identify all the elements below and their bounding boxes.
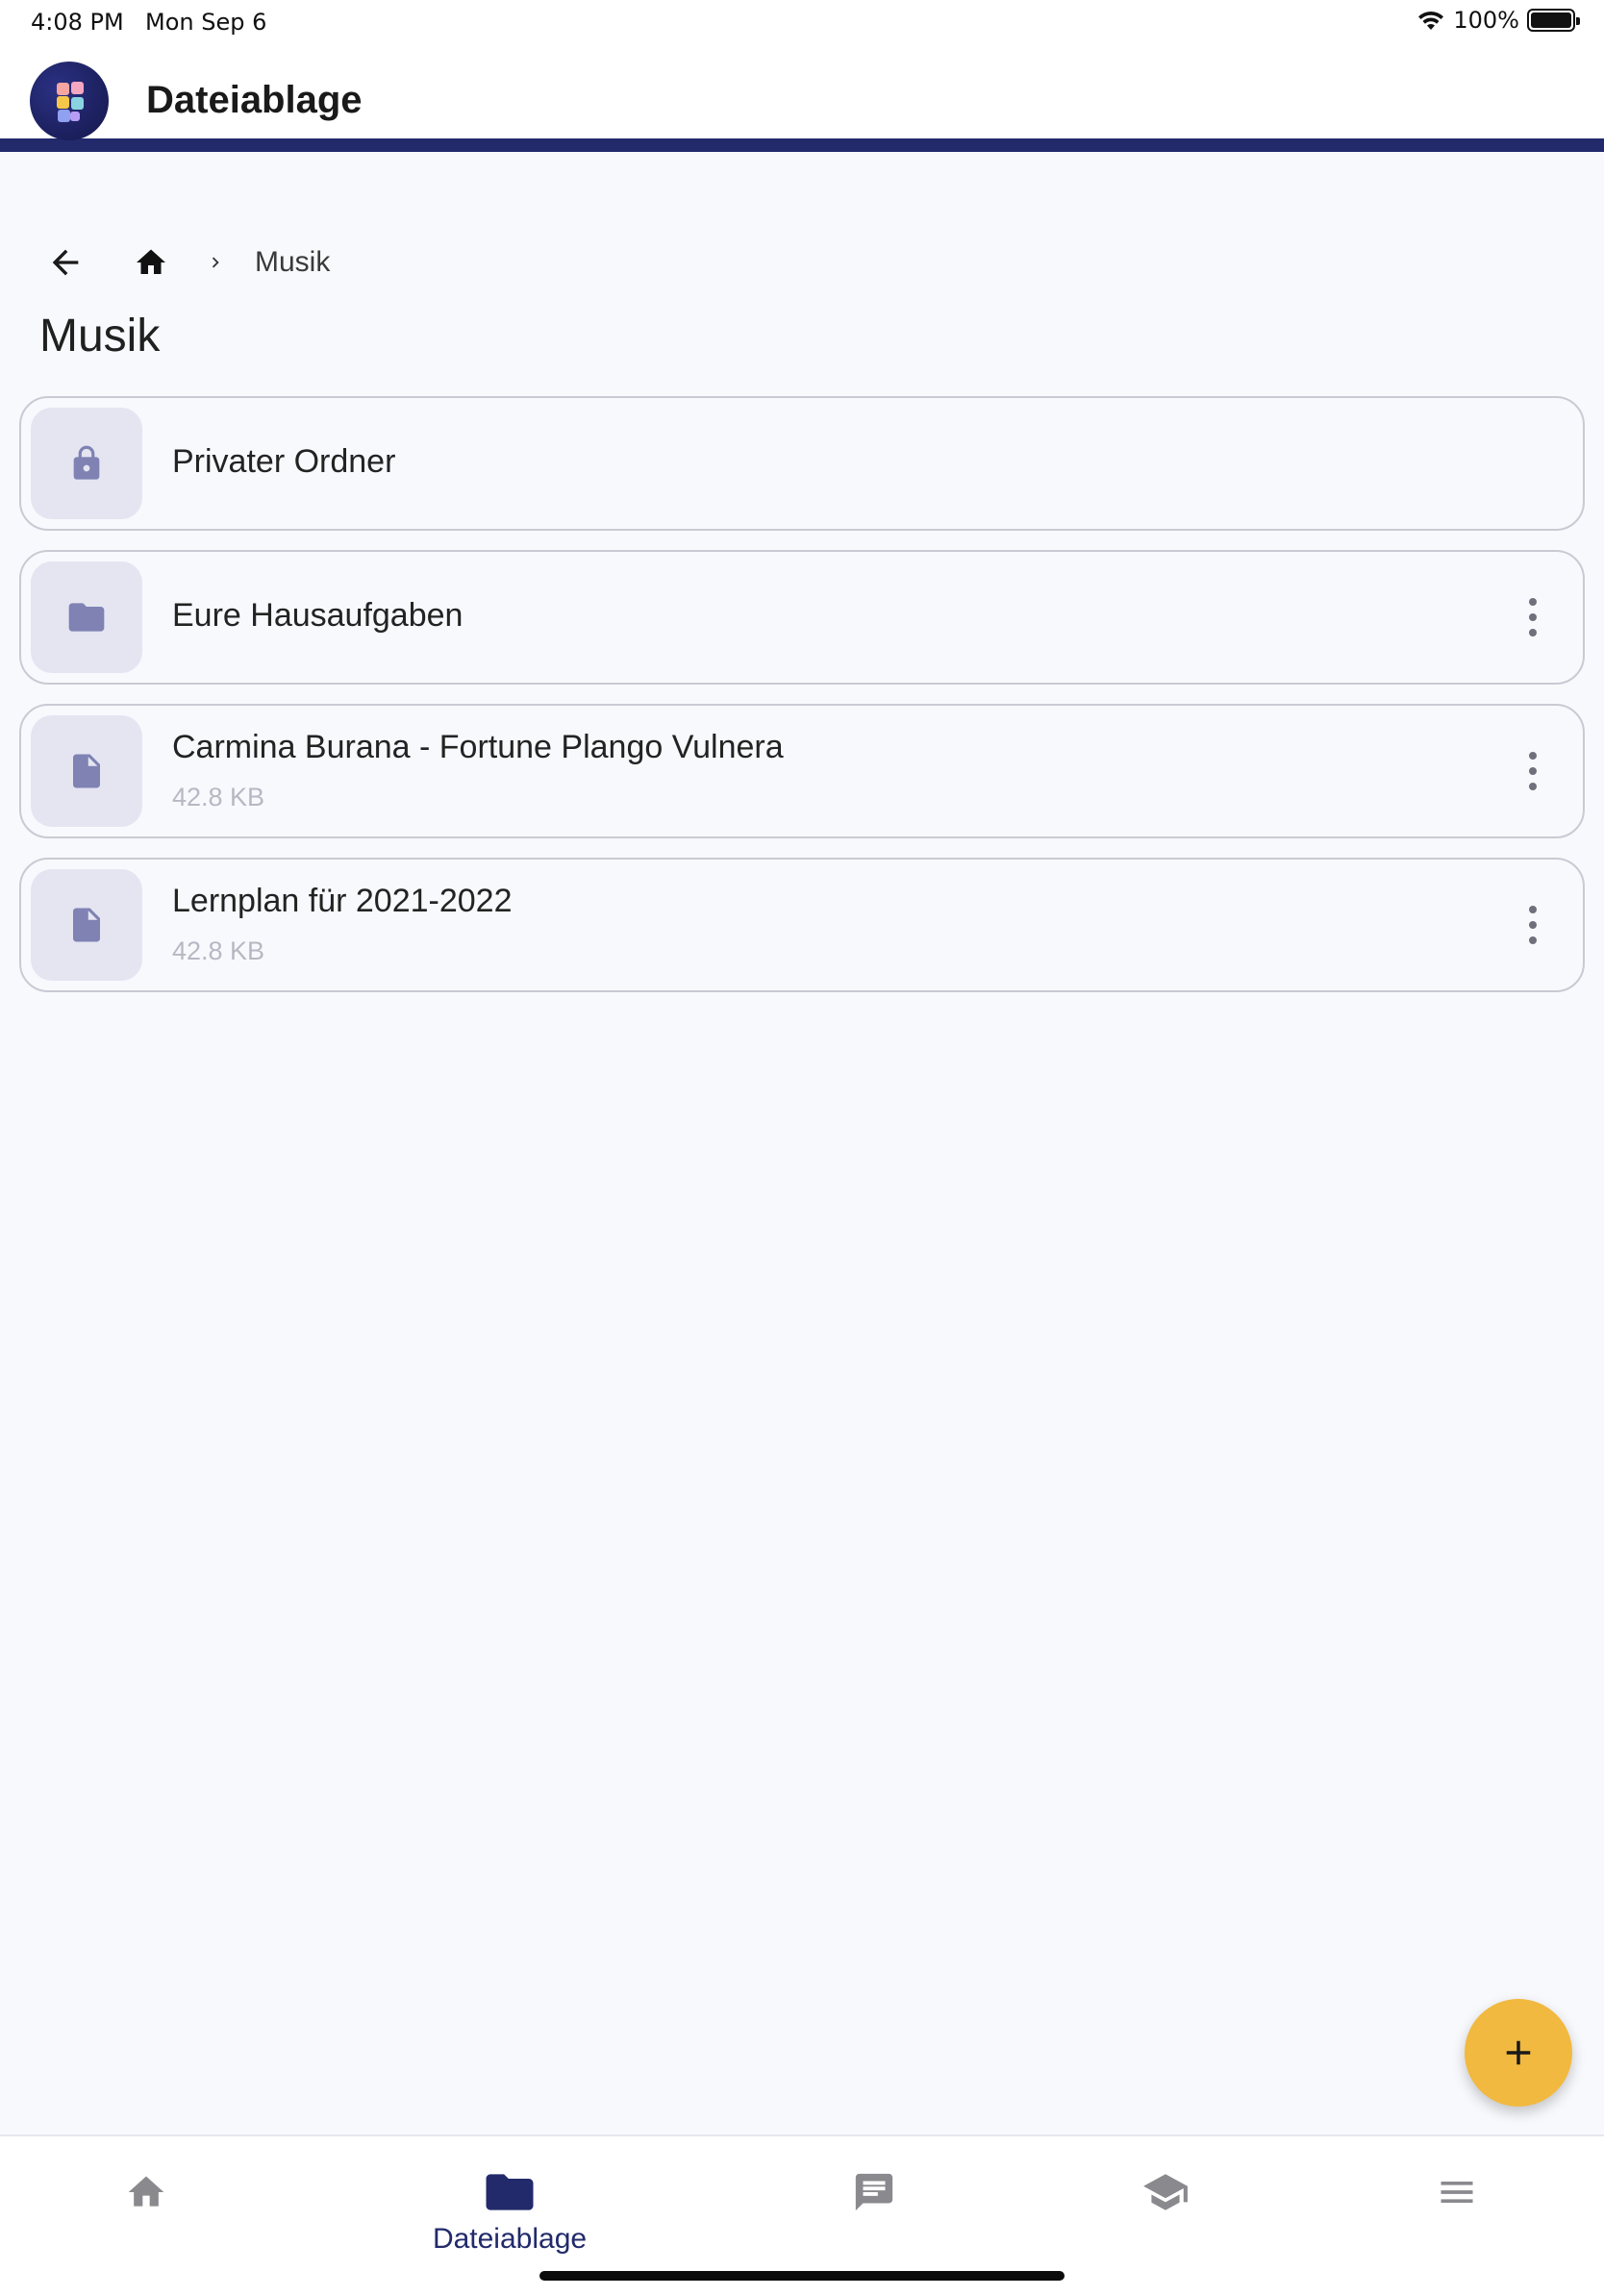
chevron-right-icon [212, 257, 219, 268]
file-icon [73, 908, 100, 942]
more-options-button[interactable] [1525, 598, 1541, 636]
graduation-cap-icon [1143, 2174, 1188, 2210]
item-icon-tile [31, 562, 142, 673]
home-indicator [539, 2271, 1065, 2281]
nav-item-courses[interactable] [1060, 2136, 1271, 2252]
hamburger-menu-icon [1441, 2182, 1473, 2203]
list-item[interactable]: Eure Hausaufgaben [19, 550, 1585, 685]
list-item[interactable]: Carmina Burana - Fortune Plango Vulnera … [19, 704, 1585, 838]
item-size: 42.8 KB [172, 783, 265, 811]
breadcrumb-current[interactable]: Musik [255, 246, 330, 279]
folder-icon [68, 603, 105, 632]
battery-icon [1527, 9, 1580, 32]
status-right: 100% [1416, 7, 1580, 34]
breadcrumb: Musik [42, 238, 330, 287]
app-bar: Dateiablage [0, 44, 1604, 152]
wifi-icon [1418, 11, 1444, 30]
list-item[interactable]: Privater Ordner [19, 396, 1585, 531]
folder-icon [486, 2174, 534, 2210]
add-button[interactable] [1465, 1999, 1572, 2107]
breadcrumb-separator [205, 252, 226, 273]
battery-percent: 100% [1453, 7, 1519, 34]
item-name: Lernplan für 2021-2022 [172, 883, 513, 919]
status-time: 4:08 PM [31, 9, 124, 36]
app-title: Dateiablage [146, 79, 363, 121]
file-icon [73, 754, 100, 788]
page-title: Musik [39, 311, 161, 362]
item-icon-tile [31, 408, 142, 519]
back-button[interactable] [42, 239, 88, 286]
list-item[interactable]: Lernplan für 2021-2022 42.8 KB [19, 858, 1585, 992]
item-name: Privater Ordner [172, 443, 396, 480]
status-date: Mon Sep 6 [145, 9, 267, 36]
item-size: 42.8 KB [172, 936, 265, 965]
item-name: Eure Hausaufgaben [172, 597, 464, 634]
chat-icon [855, 2173, 893, 2211]
more-options-button[interactable] [1525, 906, 1541, 944]
nav-item-home[interactable] [40, 2136, 252, 2252]
nav-label-files: Dateiablage [432, 2223, 588, 2255]
item-icon-tile [31, 715, 142, 827]
nav-item-messages[interactable] [768, 2136, 980, 2252]
home-icon [137, 249, 165, 274]
lock-icon [73, 445, 100, 480]
home-icon [128, 2176, 164, 2207]
more-options-button[interactable] [1525, 752, 1541, 790]
nav-item-files[interactable]: Dateiablage [404, 2136, 615, 2255]
item-icon-tile [31, 869, 142, 981]
status-bar: 4:08 PM Mon Sep 6 100% [0, 0, 1604, 44]
nav-item-menu[interactable] [1351, 2136, 1563, 2252]
file-list: Privater Ordner Eure Hausaufgaben Carmin… [19, 396, 1585, 1011]
item-name: Carmina Burana - Fortune Plango Vulnera [172, 729, 784, 765]
breadcrumb-home-button[interactable] [132, 243, 170, 282]
plus-icon [1506, 2040, 1531, 2065]
arrow-left-icon [52, 249, 79, 276]
app-logo [30, 62, 109, 140]
